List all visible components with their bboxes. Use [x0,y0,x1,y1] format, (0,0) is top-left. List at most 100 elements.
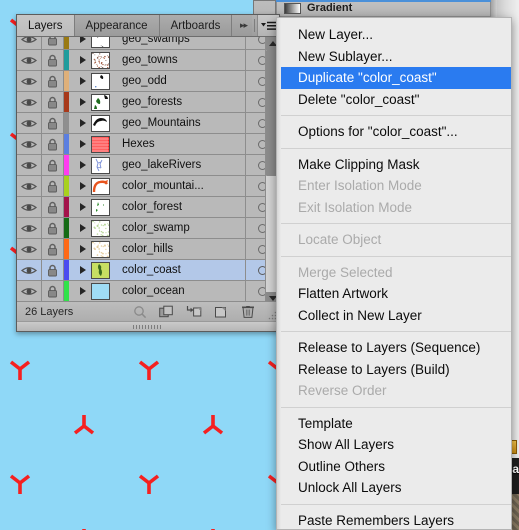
layer-name-label[interactable]: geo_forests [114,92,246,112]
layer-lock-toggle[interactable] [42,155,64,175]
layer-visibility-toggle[interactable] [17,260,42,280]
panel-drag-handle[interactable] [17,321,279,331]
layer-row[interactable]: color_swamp [17,218,279,239]
layer-row[interactable]: geo_swamps [17,37,279,50]
layer-expand-toggle[interactable] [74,92,91,112]
layer-expand-toggle[interactable] [74,71,91,91]
delete-selection-button[interactable] [234,302,261,322]
layer-row[interactable]: color_hills [17,239,279,260]
layer-name-label[interactable]: geo_towns [114,50,246,70]
layer-thumbnail[interactable] [91,155,114,175]
menu-item[interactable]: Paste Remembers Layers [277,510,511,530]
layer-thumbnail[interactable] [91,50,114,70]
layer-name-label[interactable]: color_hills [114,239,246,259]
layer-lock-toggle[interactable] [42,197,64,217]
layer-lock-toggle[interactable] [42,113,64,133]
menu-item[interactable]: Template [277,413,511,435]
layer-lock-toggle[interactable] [42,92,64,112]
create-new-layer-button[interactable] [207,302,234,322]
menu-item[interactable]: Delete "color_coast" [277,89,511,111]
layer-expand-toggle[interactable] [74,197,91,217]
layer-thumbnail[interactable] [91,37,114,49]
layer-expand-toggle[interactable] [74,176,91,196]
layer-visibility-toggle[interactable] [17,37,42,49]
layer-row[interactable]: geo_odd [17,71,279,92]
layer-lock-toggle[interactable] [42,218,64,238]
layer-name-label[interactable]: color_forest [114,197,246,217]
menu-item[interactable]: Options for "color_coast"... [277,121,511,143]
menu-item[interactable]: Show All Layers [277,434,511,456]
layer-expand-toggle[interactable] [74,113,91,133]
layer-row[interactable]: geo_Mountains [17,113,279,134]
layer-expand-toggle[interactable] [74,37,91,49]
layer-name-label[interactable]: geo_odd [114,71,246,91]
layer-name-label[interactable]: geo_swamps [114,37,246,49]
menu-item[interactable]: Make Clipping Mask [277,154,511,176]
layer-visibility-toggle[interactable] [17,92,42,112]
layer-name-label[interactable]: color_swamp [114,218,246,238]
layer-lock-toggle[interactable] [42,239,64,259]
layer-visibility-toggle[interactable] [17,281,42,301]
tab-artboards[interactable]: Artboards [159,15,233,36]
layer-visibility-toggle[interactable] [17,155,42,175]
layer-name-label[interactable]: Hexes [114,134,246,154]
layer-expand-toggle[interactable] [74,239,91,259]
layer-thumbnail[interactable] [91,260,114,280]
locate-object-button[interactable] [126,302,153,322]
menu-item[interactable]: New Sublayer... [277,46,511,68]
layer-thumbnail[interactable] [91,218,114,238]
layer-row[interactable]: geo_lakeRivers [17,155,279,176]
layer-thumbnail[interactable] [91,239,114,259]
layer-expand-toggle[interactable] [74,50,91,70]
layer-rows-viewport[interactable]: geo_swamps geo_towns geo_odd geo_forests… [17,37,279,305]
menu-item[interactable]: New Layer... [277,24,511,46]
layer-thumbnail[interactable] [91,134,114,154]
layer-thumbnail[interactable] [91,92,114,112]
layer-row[interactable]: geo_forests [17,92,279,113]
layer-name-label[interactable]: color_coast [114,260,246,280]
menu-item[interactable]: Unlock All Layers [277,477,511,499]
layer-visibility-toggle[interactable] [17,134,42,154]
layer-row[interactable]: Hexes [17,134,279,155]
layer-visibility-toggle[interactable] [17,113,42,133]
menu-item[interactable]: Collect in New Layer [277,305,511,327]
layers-panel-flyout-menu[interactable]: New Layer... New Sublayer... Duplicate "co… [276,17,512,530]
layer-name-label[interactable]: geo_lakeRivers [114,155,246,175]
layer-expand-toggle[interactable] [74,134,91,154]
layer-lock-toggle[interactable] [42,71,64,91]
layer-lock-toggle[interactable] [42,176,64,196]
menu-item[interactable]: Release to Layers (Sequence) [277,337,511,359]
layer-lock-toggle[interactable] [42,260,64,280]
layer-name-label[interactable]: geo_Mountains [114,113,246,133]
layer-lock-toggle[interactable] [42,134,64,154]
layer-lock-toggle[interactable] [42,50,64,70]
layer-thumbnail[interactable] [91,176,114,196]
layers-panel[interactable]: Layers Appearance Artboards ▸▸ geo_swamp… [16,14,280,332]
make-clipping-mask-button[interactable] [153,302,180,322]
layer-expand-toggle[interactable] [74,281,91,301]
layer-expand-toggle[interactable] [74,260,91,280]
tab-layers[interactable]: Layers [17,15,75,36]
layer-visibility-toggle[interactable] [17,71,42,91]
menu-item[interactable]: Release to Layers (Build) [277,359,511,381]
layer-visibility-toggle[interactable] [17,197,42,217]
layer-lock-toggle[interactable] [42,37,64,49]
menu-item[interactable]: Duplicate "color_coast" [277,67,511,89]
create-new-sublayer-button[interactable] [180,302,207,322]
layer-row[interactable]: color_coast [17,37,279,281]
tab-overflow-arrows-icon[interactable]: ▸▸ [236,15,252,36]
layer-thumbnail[interactable] [91,113,114,133]
layer-expand-toggle[interactable] [74,155,91,175]
layer-row[interactable]: color_mountai... [17,176,279,197]
menu-item[interactable]: Flatten Artwork [277,283,511,305]
layer-thumbnail[interactable] [91,71,114,91]
gradient-panel-tab[interactable]: Gradient [276,0,491,17]
layer-thumbnail[interactable] [91,197,114,217]
layer-visibility-toggle[interactable] [17,218,42,238]
layer-row[interactable]: color_forest [17,197,279,218]
layer-row[interactable]: color_ocean [17,281,279,302]
layer-thumbnail[interactable] [91,281,114,301]
layer-name-label[interactable]: color_ocean [114,281,246,301]
layer-visibility-toggle[interactable] [17,176,42,196]
layer-name-label[interactable]: color_mountai... [114,176,246,196]
